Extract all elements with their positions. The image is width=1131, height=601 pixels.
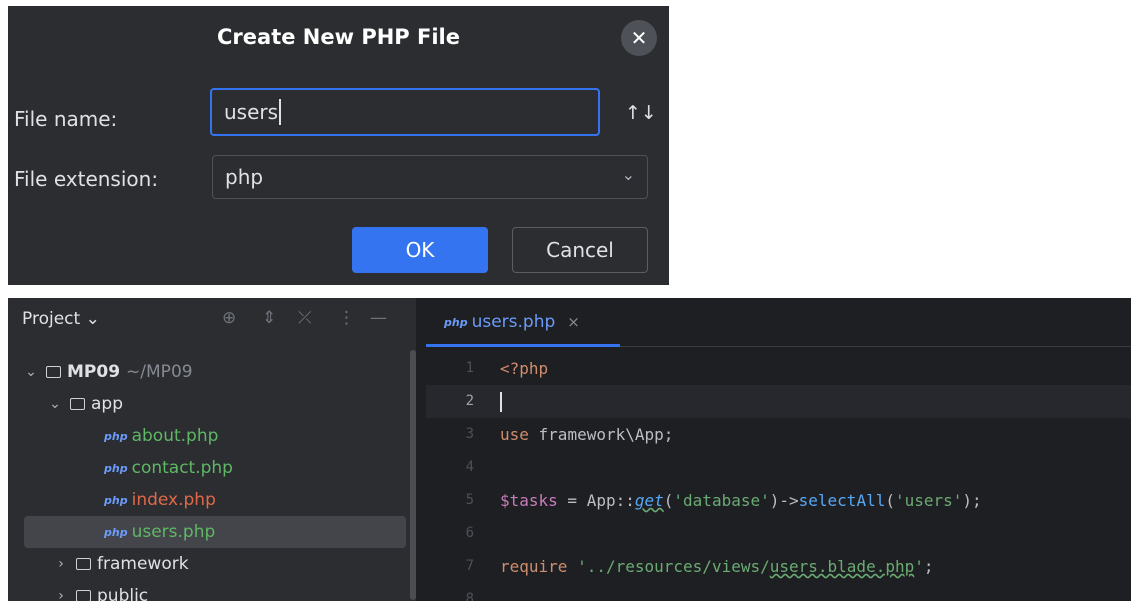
line-number: 8 bbox=[465, 591, 474, 601]
project-panel: Project ⌄ ⊕ ⇕ ⤫ ⋮ — ⌄ MP09 ~/MP09 ⌄ app … bbox=[8, 298, 416, 601]
file-extension-select[interactable]: php ⌄ bbox=[212, 155, 648, 199]
php-file-icon: php bbox=[104, 429, 128, 443]
code-string: 'users' bbox=[894, 491, 963, 510]
folder-icon bbox=[46, 366, 61, 378]
tree-item-label: index.php bbox=[131, 490, 216, 510]
line-number: 1 bbox=[465, 360, 474, 376]
code-line: <?php bbox=[500, 352, 1131, 385]
file-name-input[interactable]: users bbox=[210, 88, 600, 136]
sort-up-down-icon[interactable]: ↑↓ bbox=[625, 102, 657, 124]
project-scrollbar[interactable] bbox=[410, 350, 416, 600]
tree-item-mp09[interactable]: ⌄ MP09 ~/MP09 bbox=[22, 356, 408, 388]
code-method: selectAll bbox=[798, 491, 886, 510]
php-file-icon: php bbox=[104, 493, 128, 507]
code-keyword: require bbox=[500, 557, 568, 576]
code-string: 'database' bbox=[673, 491, 770, 510]
project-view-selector[interactable]: Project ⌄ bbox=[22, 309, 100, 329]
tab-users-php[interactable]: php users.php × bbox=[426, 298, 620, 347]
code-text: )-> bbox=[769, 491, 799, 510]
tree-item-label: contact.php bbox=[131, 458, 233, 478]
tree-item-label: about.php bbox=[131, 426, 219, 446]
tree-item-public[interactable]: › public bbox=[52, 580, 408, 601]
tree-item-about-php[interactable]: php about.php bbox=[104, 420, 408, 452]
file-extension-value: php bbox=[225, 165, 264, 189]
dialog-title: Create New PHP File bbox=[217, 25, 460, 49]
tree-item-users-php[interactable]: php users.php bbox=[24, 516, 406, 548]
text-caret bbox=[279, 99, 282, 125]
code-text: ( bbox=[663, 491, 674, 510]
line-number: 2 bbox=[465, 393, 474, 409]
tree-item-contact-php[interactable]: php contact.php bbox=[104, 452, 408, 484]
tab-label: users.php bbox=[471, 312, 556, 332]
ide-window: Project ⌄ ⊕ ⇕ ⤫ ⋮ — ⌄ MP09 ~/MP09 ⌄ app … bbox=[8, 298, 1131, 601]
hide-icon[interactable]: — bbox=[370, 308, 387, 328]
php-file-icon: php bbox=[444, 315, 468, 329]
folder-icon bbox=[76, 558, 91, 570]
close-icon[interactable]: ✕ bbox=[621, 20, 657, 56]
close-tab-icon[interactable]: × bbox=[567, 313, 580, 331]
php-file-icon: php bbox=[104, 525, 128, 539]
code-text: ( bbox=[885, 491, 895, 510]
project-panel-header: Project ⌄ ⊕ ⇕ ⤫ ⋮ — bbox=[8, 298, 416, 342]
file-name-label: File name: bbox=[14, 107, 118, 131]
tree-item-label: public bbox=[97, 586, 149, 601]
chevron-down-icon: ⌄ bbox=[621, 165, 635, 184]
code-variable: $tasks bbox=[500, 491, 558, 510]
code-text: ); bbox=[962, 491, 982, 510]
php-open-tag: <?php bbox=[500, 359, 549, 378]
folder-icon bbox=[70, 398, 85, 410]
line-number: 7 bbox=[465, 558, 474, 574]
tree-item-path: ~/MP09 bbox=[126, 362, 193, 382]
editor-tabbar: php users.php × bbox=[426, 298, 1131, 347]
locate-icon[interactable]: ⊕ bbox=[222, 308, 236, 328]
tree-item-label: users.php bbox=[131, 522, 216, 542]
tree-item-framework[interactable]: › framework bbox=[52, 548, 408, 580]
code-line: $tasks = App:: get('database')-> selectAll… bbox=[500, 484, 1131, 517]
code-method: get bbox=[634, 491, 664, 510]
create-php-file-dialog: Create New PHP File ✕ File name: users ↑… bbox=[8, 6, 669, 285]
cancel-button[interactable]: Cancel bbox=[512, 227, 648, 273]
collapse-icon[interactable]: ⤫ bbox=[298, 308, 312, 328]
code-text: framework\App; bbox=[528, 425, 674, 444]
text-caret bbox=[500, 391, 502, 412]
code-keyword: use bbox=[500, 425, 529, 444]
file-name-value: users bbox=[224, 100, 279, 124]
line-number: 6 bbox=[465, 525, 474, 541]
expand-icon[interactable]: ⇕ bbox=[262, 308, 276, 328]
tree-item-label: app bbox=[91, 394, 123, 414]
chevron-right-icon[interactable]: › bbox=[52, 588, 70, 601]
chevron-right-icon[interactable]: › bbox=[52, 556, 70, 572]
code-line: require '../resources/views/users.blade.… bbox=[500, 550, 1131, 583]
more-icon[interactable]: ⋮ bbox=[338, 308, 355, 328]
line-number: 3 bbox=[465, 426, 474, 442]
tree-item-index-php[interactable]: php index.php bbox=[104, 484, 408, 516]
chevron-down-icon[interactable]: ⌄ bbox=[22, 364, 40, 380]
code-editor: php users.php × 1 2 3 4 5 6 7 8 <?php us… bbox=[426, 298, 1131, 601]
code-string-path: users.blade.php bbox=[769, 557, 915, 576]
code-text: ; bbox=[923, 557, 934, 576]
line-number: 5 bbox=[465, 492, 474, 508]
chevron-down-icon[interactable]: ⌄ bbox=[46, 396, 64, 412]
active-tab-indicator bbox=[426, 344, 620, 347]
folder-icon bbox=[76, 590, 91, 601]
line-number: 4 bbox=[465, 459, 474, 475]
code-string: '../resources/views/ bbox=[577, 557, 770, 576]
tree-item-app[interactable]: ⌄ app bbox=[46, 388, 408, 420]
code-text: = App:: bbox=[557, 491, 635, 510]
tree-item-label: MP09 bbox=[67, 362, 121, 382]
ok-button[interactable]: OK bbox=[352, 227, 488, 273]
code-string: ' bbox=[914, 557, 924, 576]
code-line bbox=[500, 385, 1131, 418]
code-line: use framework\App; bbox=[500, 418, 1131, 451]
tree-item-label: framework bbox=[97, 554, 189, 574]
php-file-icon: php bbox=[104, 461, 128, 475]
file-extension-label: File extension: bbox=[14, 167, 159, 191]
